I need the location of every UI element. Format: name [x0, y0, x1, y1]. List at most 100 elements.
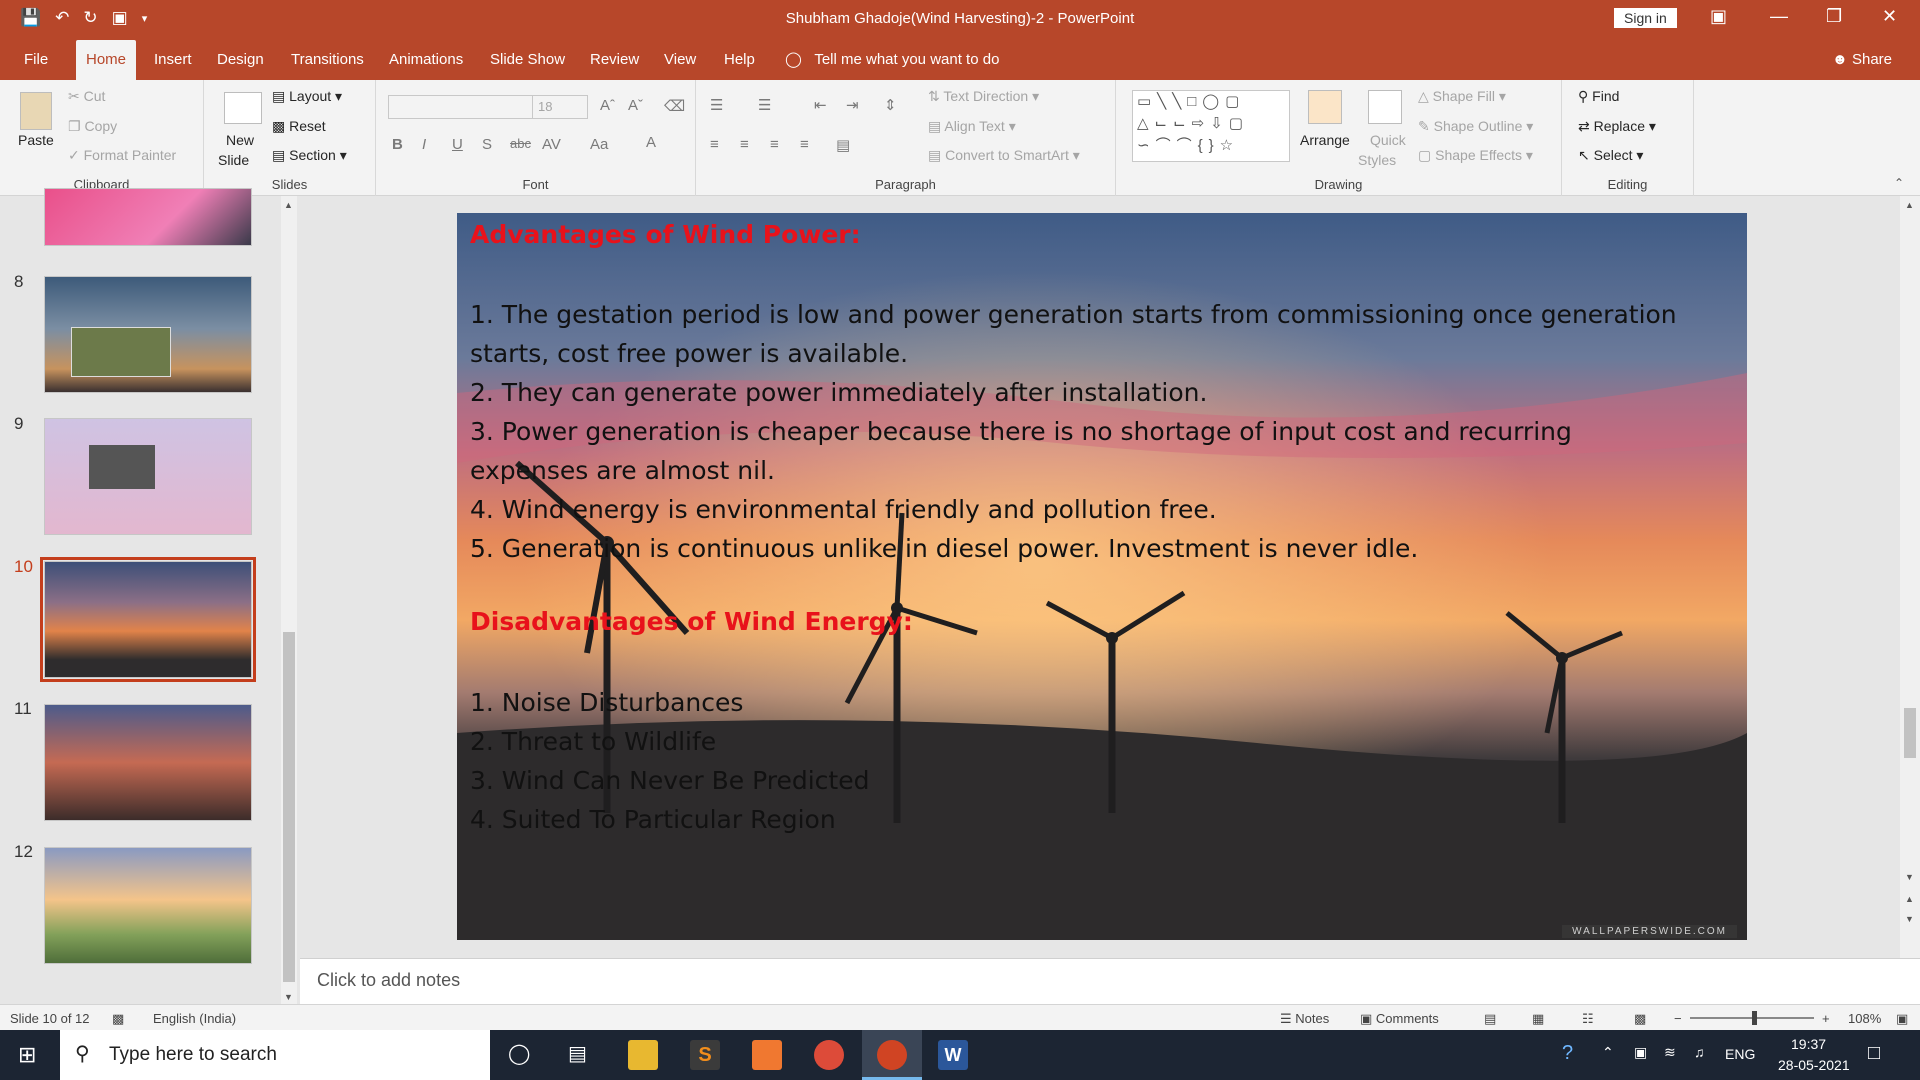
- help-tray-icon[interactable]: ?: [1562, 1042, 1573, 1065]
- font-size-dropdown[interactable]: 18: [532, 95, 588, 119]
- disadvantage-line[interactable]: 2. Threat to Wildlife: [470, 722, 716, 761]
- advantage-line[interactable]: 1. The gestation period is low and power…: [470, 295, 1677, 334]
- slide-canvas[interactable]: Advantages of Wind Power: 1. The gestati…: [457, 213, 1747, 940]
- quick-styles-label-2[interactable]: Styles: [1358, 152, 1396, 168]
- tab-review[interactable]: Review: [580, 40, 649, 80]
- disadvantage-line[interactable]: 4. Suited To Particular Region: [470, 800, 836, 839]
- reading-view-icon[interactable]: ☷: [1582, 1011, 1594, 1027]
- slide-thumbnail-7[interactable]: [44, 188, 252, 246]
- shapes-gallery[interactable]: ▭╲╲□◯▢ △⌙⌙⇨⇩▢ ∽⌒⌒{}☆: [1132, 90, 1290, 162]
- arrange-button[interactable]: Arrange: [1300, 132, 1350, 148]
- tab-design[interactable]: Design: [207, 40, 274, 80]
- scroll-up-icon[interactable]: ▲: [284, 200, 293, 210]
- advantages-heading[interactable]: Advantages of Wind Power:: [470, 220, 861, 249]
- numbering-icon[interactable]: ☰: [758, 96, 771, 114]
- new-slide-label-1[interactable]: New: [226, 132, 254, 148]
- zoom-slider[interactable]: [1690, 1011, 1814, 1025]
- scrollbar-thumb[interactable]: [1904, 708, 1916, 758]
- chrome-icon[interactable]: [814, 1040, 844, 1070]
- paste-icon[interactable]: [20, 92, 52, 130]
- columns-icon[interactable]: ▤: [836, 136, 850, 154]
- line-spacing-icon[interactable]: ⇕: [884, 96, 897, 114]
- notes-toggle[interactable]: ☰ Notes: [1280, 1011, 1329, 1027]
- advantage-line[interactable]: 4. Wind energy is environmental friendly…: [470, 490, 1217, 529]
- disadvantage-line[interactable]: 1. Noise Disturbances: [470, 683, 743, 722]
- cortana-icon[interactable]: ◯: [508, 1041, 530, 1066]
- slide-sorter-icon[interactable]: ▦: [1532, 1011, 1544, 1027]
- advantage-line[interactable]: starts, cost free power is available.: [470, 334, 908, 373]
- task-view-icon[interactable]: ▤: [568, 1041, 587, 1066]
- increase-indent-icon[interactable]: ⇥: [846, 96, 859, 114]
- align-right-icon[interactable]: ≡: [770, 136, 779, 153]
- format-painter-button[interactable]: ✓ Format Painter: [68, 147, 176, 164]
- restore-icon[interactable]: ❐: [1826, 6, 1842, 27]
- collapse-ribbon-icon[interactable]: ⌃: [1894, 176, 1904, 190]
- slide-show-icon[interactable]: ▩: [1634, 1011, 1646, 1027]
- thumbnail-scrollbar[interactable]: ▲ ▼: [281, 196, 297, 1004]
- scroll-down-icon[interactable]: ▼: [1905, 872, 1914, 882]
- scroll-down-icon[interactable]: ▼: [284, 992, 293, 1002]
- font-color-icon[interactable]: A: [646, 134, 656, 151]
- change-case-icon[interactable]: Aa: [590, 136, 608, 153]
- tell-me-search[interactable]: ◯ Tell me what you want to do: [785, 40, 999, 80]
- fit-to-window-icon[interactable]: ▣: [1896, 1011, 1908, 1027]
- notes-pane[interactable]: Click to add notes: [300, 958, 1920, 1004]
- reset-button[interactable]: ▩ Reset: [272, 118, 326, 135]
- quick-styles-label-1[interactable]: Quick: [1370, 132, 1406, 148]
- zoom-slider-thumb[interactable]: [1752, 1011, 1757, 1025]
- layout-button[interactable]: ▤ Layout ▾: [272, 88, 342, 105]
- slide-thumbnail-8[interactable]: [44, 276, 252, 393]
- increase-font-icon[interactable]: Aˆ: [600, 97, 615, 114]
- advantage-line[interactable]: 3. Power generation is cheaper because t…: [470, 412, 1572, 451]
- notifications-icon[interactable]: □: [1868, 1042, 1880, 1065]
- quick-styles-icon[interactable]: [1368, 90, 1402, 124]
- justify-icon[interactable]: ≡: [800, 136, 809, 153]
- char-spacing-icon[interactable]: AV: [542, 136, 561, 153]
- align-text-button[interactable]: ▤ Align Text ▾: [928, 118, 1016, 135]
- editor-scrollbar[interactable]: ▲ ▼ ▲ ▼: [1900, 196, 1920, 958]
- text-direction-button[interactable]: ⇅ Text Direction ▾: [928, 88, 1039, 105]
- slide-thumbnail-10[interactable]: [40, 557, 256, 682]
- show-hidden-icons-icon[interactable]: ⌃: [1602, 1044, 1614, 1061]
- cut-button[interactable]: ✂ Cut: [68, 88, 105, 105]
- tab-slide-show[interactable]: Slide Show: [480, 40, 575, 80]
- decrease-font-icon[interactable]: Aˇ: [628, 97, 643, 114]
- tab-view[interactable]: View: [654, 40, 706, 80]
- tab-file[interactable]: File: [14, 40, 58, 80]
- tab-transitions[interactable]: Transitions: [281, 40, 374, 80]
- powerpoint-taskbar-active[interactable]: [862, 1030, 922, 1080]
- volume-icon[interactable]: ♫: [1694, 1044, 1705, 1060]
- bullets-icon[interactable]: ☰: [710, 96, 723, 114]
- replace-button[interactable]: ⇄ Replace ▾: [1578, 118, 1656, 135]
- disadvantages-heading[interactable]: Disadvantages of Wind Energy:: [470, 607, 913, 636]
- advantage-line[interactable]: 2. They can generate power immediately a…: [470, 373, 1207, 412]
- slide-thumbnail-pane[interactable]: 8 9 10 11 12: [0, 188, 300, 1004]
- xampp-icon[interactable]: [752, 1040, 782, 1070]
- shape-fill-button[interactable]: △ Shape Fill ▾: [1418, 88, 1506, 105]
- clock-time[interactable]: 19:37: [1791, 1036, 1826, 1052]
- clock-date[interactable]: 28-05-2021: [1778, 1057, 1850, 1073]
- arrange-icon[interactable]: [1308, 90, 1342, 124]
- shape-outline-button[interactable]: ✎ Shape Outline ▾: [1418, 118, 1533, 135]
- tab-animations[interactable]: Animations: [379, 40, 473, 80]
- word-icon[interactable]: W: [938, 1040, 968, 1070]
- tab-insert[interactable]: Insert: [144, 40, 202, 80]
- slide-thumbnail-12[interactable]: [44, 847, 252, 964]
- previous-slide-icon[interactable]: ▲: [1905, 894, 1914, 904]
- taskbar-search-box[interactable]: ⚲ Type here to search: [60, 1030, 490, 1080]
- scrollbar-thumb[interactable]: [283, 632, 295, 982]
- underline-icon[interactable]: U: [452, 136, 463, 153]
- advantage-line[interactable]: expenses are almost nil.: [470, 451, 775, 490]
- zoom-out-icon[interactable]: −: [1674, 1011, 1682, 1026]
- clear-formatting-icon[interactable]: ⌫: [664, 97, 685, 115]
- copy-button[interactable]: ❐ Copy: [68, 118, 117, 135]
- new-slide-icon[interactable]: [224, 92, 262, 124]
- shadow-icon[interactable]: S: [482, 136, 492, 153]
- find-button[interactable]: ⚲ Find: [1578, 88, 1619, 105]
- comments-toggle[interactable]: ▣ Comments: [1360, 1011, 1439, 1027]
- slide-thumbnail-9[interactable]: [44, 418, 252, 535]
- notes-placeholder[interactable]: Click to add notes: [317, 970, 460, 991]
- next-slide-icon[interactable]: ▼: [1905, 914, 1914, 924]
- section-button[interactable]: ▤ Section ▾: [272, 147, 347, 164]
- minimize-icon[interactable]: —: [1770, 6, 1788, 27]
